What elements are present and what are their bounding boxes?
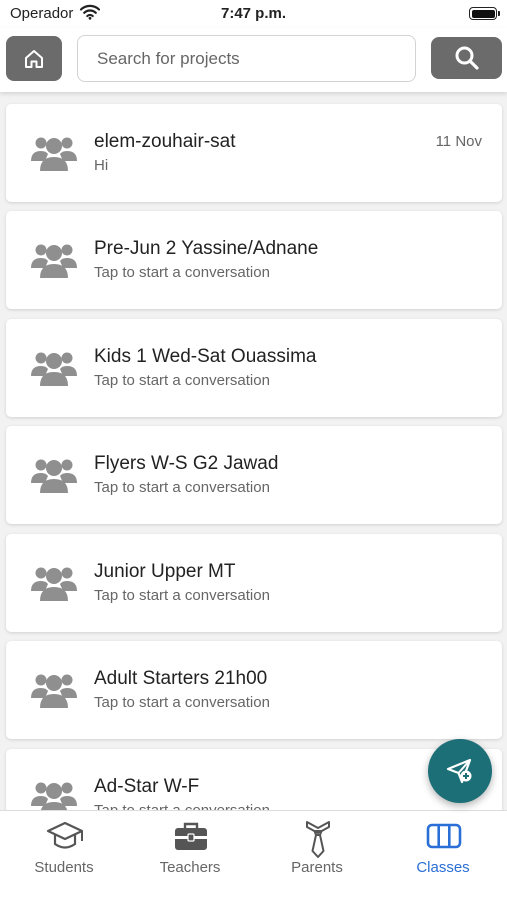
conversation-item[interactable]: elem-zouhair-sat Hi 11 Nov (6, 104, 502, 202)
briefcase-icon (175, 822, 207, 850)
tie-icon (306, 821, 330, 858)
conversation-name: Adult Starters 21h00 (94, 668, 268, 689)
tab-parents[interactable]: Parents (254, 811, 380, 900)
group-icon (31, 137, 77, 171)
conversation-item[interactable]: Junior Upper MT Tap to start a conversat… (6, 534, 502, 632)
conversation-name: Flyers W-S G2 Jawad (94, 453, 279, 474)
conversation-item[interactable]: Pre-Jun 2 Yassine/Adnane Tap to start a … (6, 211, 502, 309)
conversation-item[interactable]: Adult Starters 21h00 Tap to start a conv… (6, 641, 502, 739)
home-button[interactable] (6, 36, 62, 81)
search-input[interactable] (77, 35, 416, 82)
group-icon (31, 459, 77, 493)
conversation-preview: Tap to start a conversation (94, 802, 270, 810)
clock: 7:47 p.m. (220, 5, 287, 22)
conversation-preview: Hi (94, 157, 109, 174)
search-icon (455, 46, 479, 70)
conversation-preview: Tap to start a conversation (94, 694, 270, 711)
search-header (0, 28, 507, 92)
conversation-name: Junior Upper MT (94, 561, 236, 582)
conversation-name: Kids 1 Wed-Sat Ouassima (94, 346, 317, 367)
tab-label: Teachers (159, 859, 221, 876)
conversation-list[interactable]: elem-zouhair-sat Hi 11 Nov Pre-Jun 2 Yas… (0, 92, 507, 810)
group-icon (31, 782, 77, 810)
conversation-name: Ad-Star W-F (94, 776, 200, 797)
tab-label: Students (34, 859, 94, 876)
battery-icon (469, 7, 500, 20)
conversation-item[interactable]: Ad-Star W-F Tap to start a conversation (6, 749, 502, 810)
bottom-tab-bar: Students Teachers Parents Classes (0, 810, 507, 900)
conversation-preview: Tap to start a conversation (94, 372, 270, 389)
conversation-name: Pre-Jun 2 Yassine/Adnane (94, 238, 319, 259)
tab-label: Classes (416, 859, 470, 876)
group-icon (31, 567, 77, 601)
columns-icon (426, 823, 462, 849)
group-icon (31, 674, 77, 708)
new-message-button[interactable] (428, 739, 492, 803)
search-button[interactable] (431, 37, 502, 79)
tab-teachers[interactable]: Teachers (127, 811, 253, 900)
group-icon (31, 352, 77, 386)
tab-students[interactable]: Students (1, 811, 127, 900)
conversation-date: 11 Nov (435, 133, 482, 150)
conversation-name: elem-zouhair-sat (94, 131, 236, 152)
tab-classes[interactable]: Classes (380, 811, 506, 900)
conversation-preview: Tap to start a conversation (94, 264, 270, 281)
graduation-cap-icon (46, 821, 84, 849)
conversation-preview: Tap to start a conversation (94, 479, 270, 496)
send-plus-icon (446, 758, 472, 784)
conversation-item[interactable]: Kids 1 Wed-Sat Ouassima Tap to start a c… (6, 319, 502, 417)
conversation-item[interactable]: Flyers W-S G2 Jawad Tap to start a conve… (6, 426, 502, 524)
group-icon (31, 244, 77, 278)
status-bar: Operador 7:47 p.m. (0, 0, 507, 28)
tab-label: Parents (291, 859, 343, 876)
conversation-preview: Tap to start a conversation (94, 587, 270, 604)
home-icon (25, 49, 43, 68)
